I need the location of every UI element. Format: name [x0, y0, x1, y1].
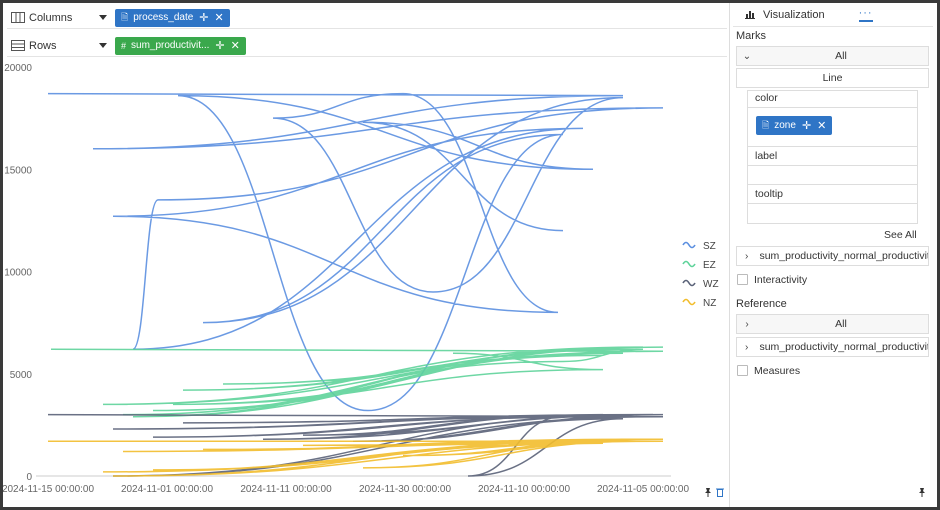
rows-dropdown-icon[interactable] — [99, 43, 107, 48]
legend-swatch-wz — [682, 279, 696, 287]
remove-icon[interactable]: ✕ — [817, 119, 826, 132]
app-frame: Columns 🗎 process_date ✛ ✕ Rows # sum_pr… — [2, 3, 937, 507]
legend-swatch-nz — [682, 298, 696, 306]
interactivity-label: Interactivity — [754, 274, 808, 286]
series-line-ez[interactable] — [50, 346, 664, 418]
tooltip-label: tooltip — [755, 188, 784, 200]
remove-icon[interactable]: ✕ — [231, 39, 240, 52]
series-line-sz[interactable] — [47, 92, 664, 412]
columns-label: Columns — [29, 11, 73, 24]
date-field-icon: 🗎 — [121, 11, 129, 22]
rows-label: Rows — [29, 39, 57, 52]
legend-label-sz[interactable]: SZ — [703, 241, 716, 252]
divider — [747, 107, 918, 108]
measure-row-label: sum_productivity_normal_productivity — [759, 250, 928, 262]
reference-measure-label: sum_productivity_normal_productivity — [759, 341, 928, 353]
legend-swatch-ez — [682, 260, 696, 268]
marks-title: Marks — [736, 30, 766, 42]
reference-title: Reference — [736, 298, 787, 310]
color-field-pill[interactable]: 🗎 zone ✛ ✕ — [756, 116, 833, 135]
reference-measure-row[interactable]: › sum_productivity_normal_productivity — [736, 337, 929, 357]
rows-icon — [11, 40, 25, 51]
mark-type-select[interactable]: Line — [736, 68, 929, 88]
trash-icon[interactable] — [715, 487, 725, 497]
panel-divider — [729, 3, 730, 507]
more-options-tab[interactable]: ··· — [858, 7, 873, 22]
reference-all-label: All — [835, 318, 847, 330]
remove-icon[interactable]: ✕ — [215, 11, 224, 24]
chevron-right-icon: › — [745, 250, 749, 262]
panel-tabs: Visualization ··· — [733, 3, 933, 27]
move-icon[interactable]: ✛ — [199, 11, 208, 24]
chevron-right-icon: › — [745, 341, 749, 353]
y-tick-label: 15000 — [4, 165, 32, 176]
move-icon[interactable]: ✛ — [802, 119, 811, 132]
legend-label-ez[interactable]: EZ — [703, 260, 716, 271]
chart-area: 20000 15000 10000 5000 0 2024-11-15 00:00:00… — [2, 55, 729, 507]
visualization-panel: Visualization ··· Marks ⌄ All Line color… — [733, 3, 933, 507]
number-field-icon: # — [121, 40, 127, 51]
series-line-nz[interactable] — [47, 438, 664, 477]
measure-row[interactable]: › sum_productivity_normal_productivity — [736, 246, 929, 266]
bar-chart-icon — [745, 11, 755, 19]
tab-visualization[interactable]: Visualization — [745, 9, 825, 21]
measures-checkbox[interactable] — [737, 365, 748, 376]
columns-icon — [11, 12, 25, 23]
rows-field-pill[interactable]: # sum_productivit... ✛ ✕ — [115, 36, 246, 55]
marks-all-row[interactable]: ⌄ All — [736, 46, 929, 66]
label-label: label — [755, 150, 778, 162]
columns-field-name: process_date — [133, 12, 194, 23]
reference-all-row[interactable]: › All — [736, 314, 929, 334]
color-field-name: zone — [774, 120, 796, 131]
y-tick-label: 10000 — [4, 268, 32, 279]
x-tick-label: 2024-11-15 00:00:00 — [3, 484, 94, 495]
interactivity-checkbox[interactable] — [737, 274, 748, 285]
columns-dropdown-icon[interactable] — [99, 15, 107, 20]
legend-swatch-sz — [682, 241, 696, 249]
color-label: color — [755, 92, 778, 104]
measures-label: Measures — [754, 365, 801, 377]
y-tick-label: 5000 — [10, 370, 33, 381]
columns-shelf: Columns 🗎 process_date ✛ ✕ — [7, 7, 727, 29]
rows-field-name: sum_productivit... — [131, 40, 210, 51]
pin-icon[interactable] — [703, 487, 713, 497]
divider — [747, 146, 918, 147]
mark-type-label: Line — [822, 72, 843, 84]
divider — [747, 184, 918, 185]
move-icon[interactable]: ✛ — [215, 39, 224, 52]
y-tick-label: 20000 — [4, 63, 32, 74]
chevron-down-icon: ⌄ — [742, 50, 752, 62]
line-chart: 20000 15000 10000 5000 0 2024-11-15 00:00:00… — [2, 63, 719, 495]
see-all-link[interactable]: See All — [884, 229, 917, 241]
x-tick-label: 2024-11-05 00:00:00 — [597, 484, 690, 495]
chevron-right-icon: › — [745, 318, 749, 330]
x-tick-label: 2024-11-10 00:00:00 — [478, 484, 571, 495]
divider — [747, 203, 918, 204]
x-tick-label: 2024-11-01 00:00:00 — [121, 484, 214, 495]
legend-label-wz[interactable]: WZ — [703, 279, 719, 290]
divider — [747, 165, 918, 166]
legend-label-nz[interactable]: NZ — [703, 298, 716, 309]
x-tick-label: 2024-11-11 00:00:00 — [240, 484, 332, 495]
marks-all-label: All — [835, 50, 847, 62]
x-tick-label: 2024-11-30 00:00:00 — [359, 484, 452, 495]
y-tick-label: 0 — [26, 472, 32, 483]
dimension-field-icon: 🗎 — [762, 119, 770, 130]
pin-icon[interactable] — [917, 487, 927, 497]
columns-field-pill[interactable]: 🗎 process_date ✛ ✕ — [115, 8, 230, 27]
tab-visualization-label: Visualization — [763, 8, 825, 21]
rows-shelf: Rows # sum_productivit... ✛ ✕ — [7, 35, 727, 57]
